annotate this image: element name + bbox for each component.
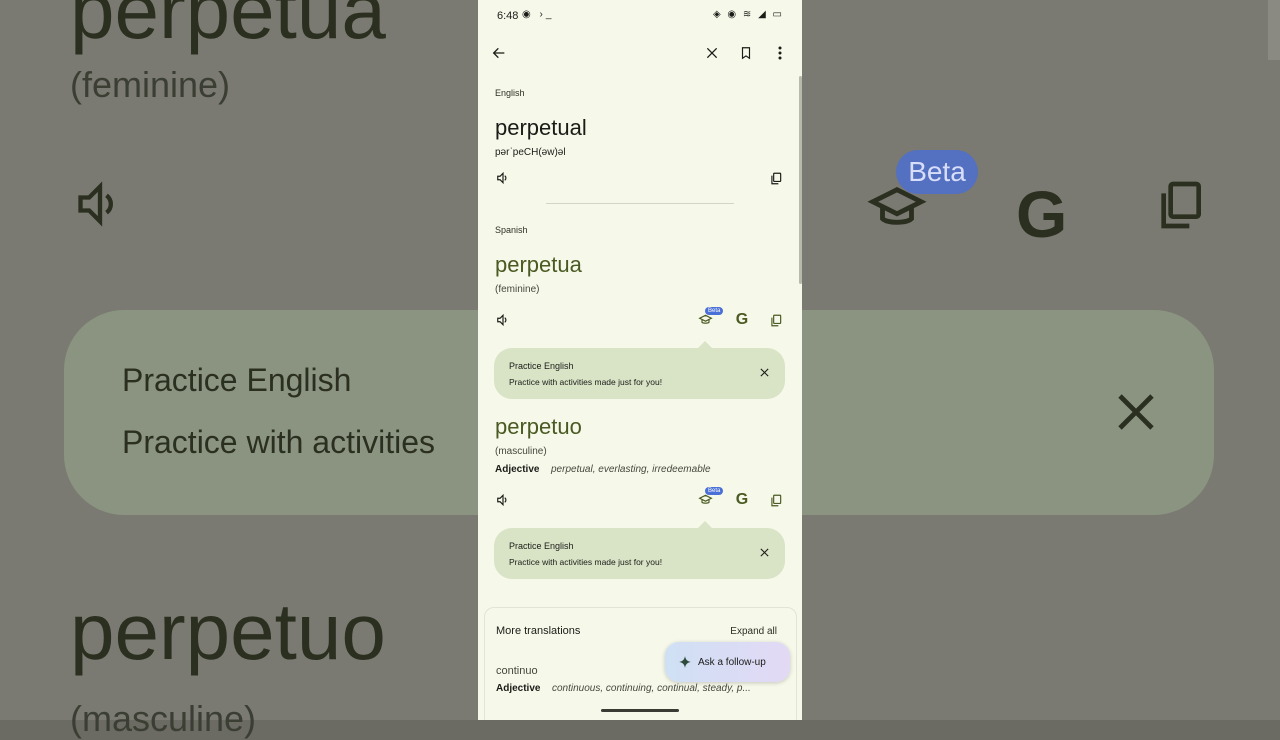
- background-copy-icon: [1152, 174, 1208, 241]
- translation-word-feminine: perpetua: [495, 252, 582, 278]
- google-icon: G: [736, 491, 748, 509]
- top-app-bar: [478, 40, 802, 68]
- background-close-icon: [1112, 388, 1160, 441]
- more-translation-pos: Adjective: [496, 683, 540, 694]
- masculine-listen-button[interactable]: [491, 488, 515, 512]
- bookmark-button[interactable]: [734, 41, 758, 65]
- target-language-label: Spanish: [495, 225, 528, 235]
- background-learn-icon: [866, 180, 928, 243]
- arrow-back-icon: [491, 45, 507, 61]
- source-word: perpetual: [495, 115, 587, 141]
- background-word-masculine: perpetuo: [70, 586, 386, 678]
- more-vert-icon: [778, 46, 782, 60]
- background-speaker-icon: [72, 178, 128, 235]
- translation-gender-masculine: (masculine): [495, 446, 547, 457]
- practice-tip-card: Practice English Practice with activitie…: [494, 348, 785, 399]
- feminine-copy-button[interactable]: [764, 308, 788, 332]
- practice-tip-card: Practice English Practice with activitie…: [494, 528, 785, 579]
- status-notification-icons: ◉ ›_: [522, 9, 554, 20]
- more-translations-title: More translations: [496, 625, 580, 637]
- practice-tip-dismiss-button[interactable]: [755, 363, 773, 381]
- source-listen-button[interactable]: [491, 166, 515, 190]
- gesture-navigation-handle[interactable]: [601, 709, 679, 712]
- masculine-copy-button[interactable]: [764, 488, 788, 512]
- translation-gender-feminine: (feminine): [495, 284, 539, 295]
- background-google-icon: G: [1016, 176, 1067, 252]
- close-icon: [705, 46, 719, 60]
- speaker-icon: [496, 313, 510, 327]
- source-phonetic: pərˈpeCH(əw)əl: [495, 147, 566, 158]
- close-icon: [759, 547, 770, 558]
- feminine-listen-button[interactable]: [491, 308, 515, 332]
- copy-icon: [769, 313, 783, 328]
- background-gender-masculine: (masculine): [70, 698, 256, 740]
- close-button[interactable]: [700, 41, 724, 65]
- copy-icon: [769, 171, 783, 186]
- sparkle-icon: [678, 655, 692, 669]
- google-icon: G: [736, 311, 748, 329]
- close-icon: [759, 367, 770, 378]
- speaker-icon: [496, 171, 510, 185]
- practice-tip-dismiss-button[interactable]: [755, 543, 773, 561]
- bookmark-icon: [739, 45, 753, 61]
- more-translation-word: continuo: [496, 665, 538, 677]
- practice-tip-title: Practice English: [509, 541, 574, 551]
- more-translation-synonyms: continuous, continuing, continual, stead…: [552, 683, 751, 694]
- background-right-edge: [1268, 0, 1280, 60]
- school-icon: [698, 313, 713, 327]
- scrollbar[interactable]: [799, 76, 802, 284]
- school-icon: [698, 493, 713, 507]
- reverse-translations: perpetual, everlasting, irredeemable: [551, 464, 711, 475]
- ask-follow-up-label: Ask a follow-up: [698, 657, 766, 668]
- expand-all-button[interactable]: Expand all: [730, 626, 777, 637]
- beta-badge: Beta: [705, 307, 723, 315]
- status-time: 6:48: [497, 10, 518, 22]
- background-gender-feminine: (feminine): [70, 64, 230, 106]
- status-system-icons: ◈ ◉ ≋ ◢ ▭: [713, 9, 784, 20]
- translation-word-masculine: perpetuo: [495, 414, 582, 440]
- practice-tip-text: Practice with activities made just for y…: [509, 377, 662, 387]
- masculine-google-search-button[interactable]: G: [730, 488, 754, 512]
- background-word-feminine: perpetua: [70, 0, 386, 57]
- feminine-google-search-button[interactable]: G: [730, 308, 754, 332]
- practice-tip-title: Practice English: [509, 361, 574, 371]
- source-language-label: English: [495, 88, 525, 98]
- background-tip-text: Practice with activities: [122, 424, 435, 461]
- ask-follow-up-button[interactable]: Ask a follow-up: [665, 642, 790, 682]
- copy-icon: [769, 493, 783, 508]
- background-tip-title: Practice English: [122, 362, 351, 399]
- more-options-button[interactable]: [768, 41, 792, 65]
- speaker-icon: [496, 493, 510, 507]
- beta-badge: Beta: [705, 487, 723, 495]
- part-of-speech: Adjective: [495, 464, 539, 475]
- status-bar: 6:48 ◉ ›_ ◈ ◉ ≋ ◢ ▭: [478, 0, 802, 32]
- back-button[interactable]: [487, 41, 511, 65]
- practice-tip-text: Practice with activities made just for y…: [509, 557, 662, 567]
- section-divider: [546, 203, 734, 204]
- source-copy-button[interactable]: [764, 166, 788, 190]
- phone-screen: 6:48 ◉ ›_ ◈ ◉ ≋ ◢ ▭ English perpetual pə…: [478, 0, 802, 720]
